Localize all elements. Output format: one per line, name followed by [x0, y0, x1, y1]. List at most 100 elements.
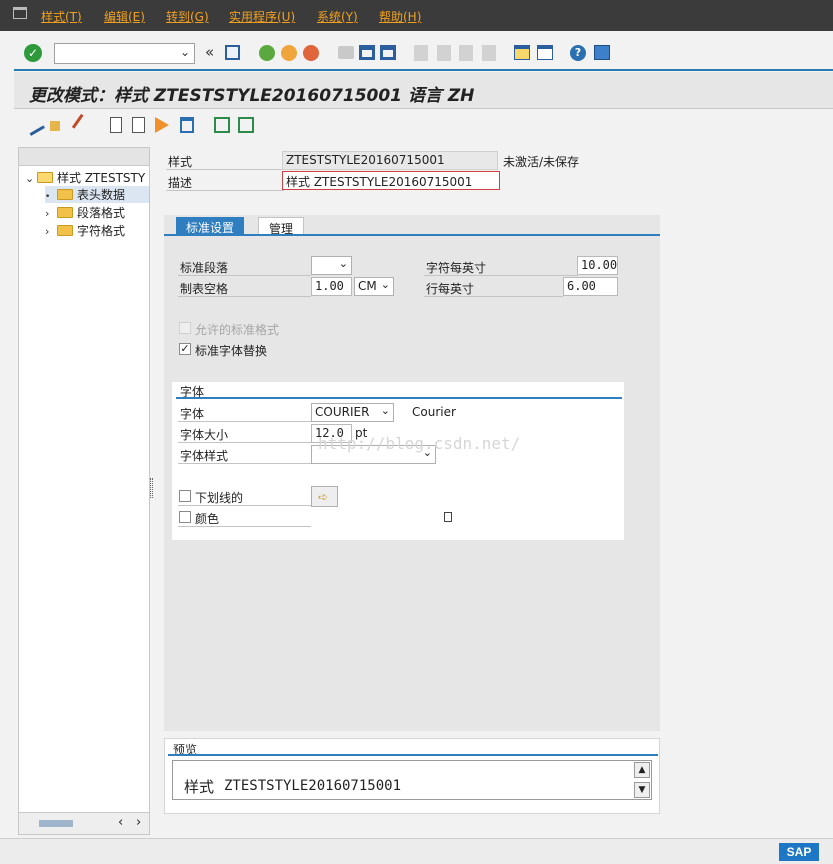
- enter-check-icon[interactable]: ✓: [24, 44, 42, 62]
- back-arrows-icon[interactable]: «: [205, 43, 214, 61]
- tab-stop-input[interactable]: 1.00: [311, 277, 352, 296]
- save-icon[interactable]: [225, 45, 240, 60]
- underline-label: 下划线的: [195, 491, 244, 505]
- layout-icon[interactable]: [594, 45, 610, 60]
- tree-root-label: 样式 ZTESTSTY: [57, 171, 146, 185]
- find-icon[interactable]: [359, 45, 375, 60]
- chevron-right-icon[interactable]: ›: [45, 225, 57, 238]
- chevron-left-icon[interactable]: ‹: [118, 815, 123, 830]
- chevron-down-icon[interactable]: ⌄: [180, 45, 190, 59]
- font-family-value: COURIER: [315, 405, 370, 419]
- last-page-icon[interactable]: [482, 45, 496, 61]
- font-replace-checkbox[interactable]: ✓: [179, 343, 191, 355]
- tab-administration[interactable]: 管理: [258, 217, 305, 236]
- watermark-text: http://blog.csdn.net/: [318, 434, 521, 453]
- menu-utilities[interactable]: 实用程序(U): [229, 8, 295, 25]
- window-menu-icon[interactable]: [13, 7, 27, 19]
- scroll-thumb[interactable]: [39, 820, 73, 827]
- label-underline: [178, 421, 311, 422]
- insert-row-icon[interactable]: [214, 117, 230, 133]
- tab-standard-settings[interactable]: 标准设置: [176, 217, 245, 235]
- default-paragraph-label: 标准段落: [180, 261, 229, 275]
- default-paragraph-dropdown[interactable]: ⌄: [311, 256, 352, 275]
- font-size-label: 字体大小: [180, 428, 229, 442]
- lines-per-inch-label: 行每英寸: [426, 282, 475, 296]
- print-icon[interactable]: [338, 46, 354, 59]
- display-change-icon[interactable]: [23, 114, 45, 136]
- chevron-down-icon[interactable]: ⌄: [381, 404, 390, 417]
- chevron-down-icon[interactable]: ⌄: [339, 257, 348, 270]
- back-icon[interactable]: [259, 45, 275, 61]
- font-group-underline: [176, 397, 622, 399]
- prev-page-icon[interactable]: [437, 45, 451, 61]
- bullet-icon: •: [45, 192, 51, 202]
- label-underline: [424, 296, 563, 297]
- underline-checkbox[interactable]: [179, 490, 191, 502]
- status-bar: [0, 838, 833, 864]
- tab-underline: [164, 234, 660, 236]
- folder-open-icon: [37, 172, 53, 183]
- color-label: 颜色: [195, 512, 220, 526]
- tab-stop-unit-dropdown[interactable]: CM ⌄: [354, 277, 394, 296]
- label-underline: [424, 275, 578, 276]
- navigation-tree: ⌄ 样式 ZTESTSTY • 表头数据 › 段落格式 › 字符格式 ‹ ›: [18, 147, 150, 835]
- play-icon[interactable]: [155, 117, 169, 133]
- help-icon[interactable]: ?: [570, 45, 586, 61]
- tab-stop-label: 制表空格: [180, 282, 229, 296]
- exit-icon[interactable]: [281, 45, 297, 61]
- menu-help[interactable]: 帮助(H): [379, 8, 421, 25]
- cancel-icon[interactable]: [303, 45, 319, 61]
- label-underline: [178, 463, 311, 464]
- label-underline: [166, 190, 284, 191]
- edit-pencil-icon[interactable]: [71, 113, 95, 137]
- tree-node-root[interactable]: ⌄ 样式 ZTESTSTY: [25, 169, 145, 186]
- toolbar-divider: [14, 69, 833, 71]
- tree-node-paragraph-formats[interactable]: › 段落格式: [45, 204, 125, 221]
- chevron-right-icon[interactable]: ›: [136, 815, 141, 830]
- clipboard-icon[interactable]: [444, 512, 452, 522]
- menu-bar: 样式(T) 编辑(E) 转到(G) 实用程序(U) 系统(Y) 帮助(H): [0, 0, 833, 31]
- panel-splitter[interactable]: [150, 478, 153, 498]
- tree-header: [19, 148, 149, 166]
- font-family-dropdown[interactable]: COURIER ⌄: [311, 403, 394, 422]
- menu-system[interactable]: 系统(Y): [317, 8, 358, 25]
- next-page-icon[interactable]: [459, 45, 473, 61]
- color-checkbox[interactable]: [179, 511, 191, 523]
- shortcut-icon[interactable]: [537, 45, 553, 60]
- first-page-icon[interactable]: [414, 45, 428, 61]
- menu-style[interactable]: 样式(T): [41, 8, 82, 25]
- menu-goto[interactable]: 转到(G): [166, 8, 209, 25]
- scroll-up-icon[interactable]: ▲: [634, 762, 650, 778]
- chevron-down-icon[interactable]: ⌄: [25, 172, 37, 185]
- hierarchy-icon[interactable]: [50, 121, 60, 131]
- new-session-icon[interactable]: [514, 45, 530, 60]
- chevron-right-icon[interactable]: ›: [45, 207, 57, 220]
- label-underline: [178, 442, 311, 443]
- scroll-down-icon[interactable]: ▼: [634, 782, 650, 798]
- tree-scrollbar[interactable]: ‹ ›: [19, 812, 149, 834]
- allowed-formats-checkbox: [179, 322, 191, 334]
- description-input[interactable]: 样式 ZTESTSTYLE20160715001: [282, 171, 500, 190]
- status-text: 未激活/未保存: [503, 155, 580, 169]
- chevron-down-icon[interactable]: ⌄: [381, 278, 390, 291]
- copy-document-icon[interactable]: [132, 117, 145, 133]
- tree-node-header-data[interactable]: • 表头数据: [45, 186, 149, 203]
- tree-node-character-formats[interactable]: › 字符格式: [45, 222, 125, 239]
- style-name-field: ZTESTSTYLE20160715001: [282, 151, 498, 170]
- find-next-icon[interactable]: [380, 45, 396, 60]
- command-field[interactable]: ⌄: [54, 43, 195, 64]
- remove-row-icon[interactable]: [238, 117, 254, 133]
- underline-detail-button[interactable]: ➪: [311, 486, 338, 507]
- label-underline: [166, 169, 284, 170]
- preview-text: ZTESTSTYLE20160715001: [224, 778, 402, 794]
- font-replace-label: 标准字体替换: [195, 344, 268, 358]
- chars-per-inch-input[interactable]: 10.00: [577, 256, 618, 275]
- delete-icon[interactable]: [180, 117, 194, 133]
- arrow-right-icon: ➪: [318, 490, 329, 504]
- new-document-icon[interactable]: [110, 117, 122, 133]
- menu-edit[interactable]: 编辑(E): [104, 8, 145, 25]
- page-title: 更改模式：样式 ZTESTSTYLE20160715001 语言 ZH: [29, 86, 475, 106]
- lines-per-inch-input[interactable]: 6.00: [563, 277, 618, 296]
- label-underline: [178, 505, 311, 506]
- label-underline: [178, 526, 311, 527]
